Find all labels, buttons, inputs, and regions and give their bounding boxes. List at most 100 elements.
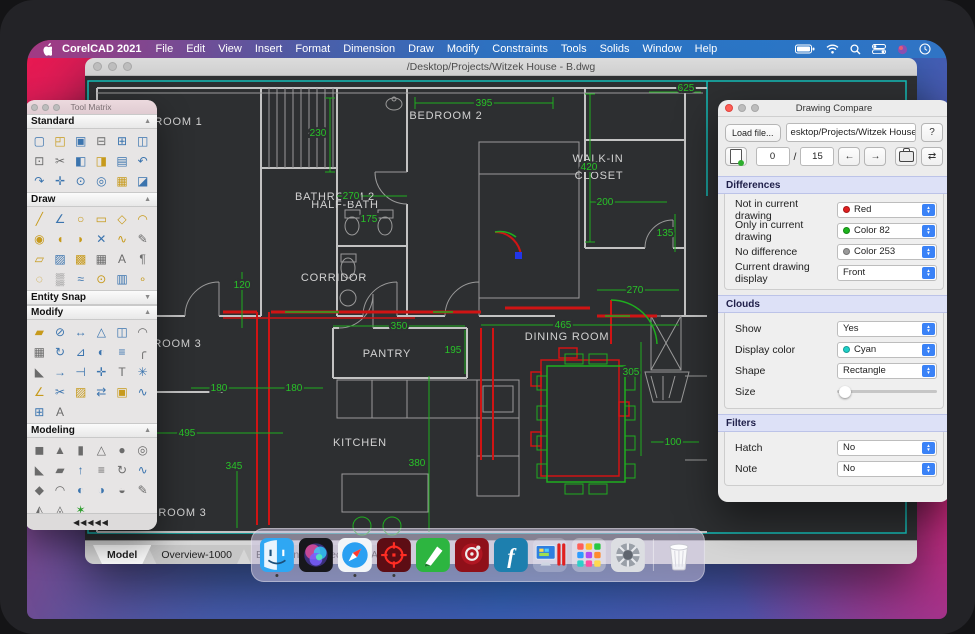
scale-tool-icon[interactable]: ⊿	[70, 342, 91, 361]
only-in-current-drawing-dropdown[interactable]: Color 82	[837, 223, 937, 239]
size-slider[interactable]	[837, 384, 937, 400]
section-header-modify[interactable]: Modify▲	[27, 305, 157, 320]
battery-icon[interactable]	[795, 44, 815, 54]
compare-file-path[interactable]: esktop/Projects/Witzek House - A.dwg	[786, 123, 916, 142]
rotate-tool-icon[interactable]: ↻	[50, 342, 71, 361]
polyline-tool-icon[interactable]: ∠	[50, 209, 71, 228]
collapse-arrow-icon[interactable]: ▲	[144, 196, 151, 203]
menu-item-dimension[interactable]: Dimension	[343, 43, 395, 55]
note-dropdown[interactable]: No	[837, 461, 937, 477]
menu-item-window[interactable]: Window	[643, 43, 682, 55]
hatch-tool-icon[interactable]: ▨	[50, 249, 71, 268]
edit-solid-tool-icon[interactable]: ✎	[132, 480, 153, 499]
circle-tool-icon[interactable]: ○	[70, 209, 91, 228]
line-tool-icon[interactable]: ╱	[29, 209, 50, 228]
show-dropdown[interactable]: Yes	[837, 321, 937, 337]
menu-item-edit[interactable]: Edit	[186, 43, 205, 55]
menu-item-format[interactable]: Format	[295, 43, 330, 55]
ellipse-arc-tool-icon[interactable]: ◗	[70, 229, 91, 248]
offset-tool-icon[interactable]: ◠	[132, 322, 153, 341]
section-header-draw[interactable]: Draw▲	[27, 192, 157, 207]
menu-item-view[interactable]: View	[218, 43, 242, 55]
wedge-tool-icon[interactable]: ◣	[29, 460, 50, 479]
zoom-window-tool-icon[interactable]: ◎	[91, 171, 112, 190]
compare-section-filters[interactable]: Filters	[718, 414, 947, 432]
sweep-tool-icon[interactable]: ∿	[132, 460, 153, 479]
previous-difference-button[interactable]: ←	[838, 147, 860, 166]
next-difference-button[interactable]: →	[864, 147, 886, 166]
options-tool-icon[interactable]: ⊡	[29, 151, 50, 170]
edit-text-tool-icon[interactable]: T	[112, 362, 133, 381]
edit-block-tool-icon[interactable]: ▣	[112, 382, 133, 401]
section-header-entity-snap[interactable]: Entity Snap▼	[27, 290, 157, 305]
sheet-tab-overview-1000[interactable]: Overview-1000	[147, 545, 246, 564]
menu-item-constraints[interactable]: Constraints	[492, 43, 548, 55]
delete-tool-icon[interactable]: ▰	[29, 322, 50, 341]
polygon-tool-icon[interactable]: ◇	[112, 209, 133, 228]
app-indicator-icon[interactable]	[897, 44, 908, 55]
menu-item-help[interactable]: Help	[695, 43, 718, 55]
display-color-dropdown[interactable]: Cyan	[837, 342, 937, 358]
pipe-tool-icon[interactable]: ◠	[50, 480, 71, 499]
boundary-tool-icon[interactable]: ▱	[29, 249, 50, 268]
tool-matrix-titlebar[interactable]: Tool Matrix	[27, 100, 157, 114]
apple-menu[interactable]	[41, 43, 52, 56]
revolve-tool-icon[interactable]: ↻	[112, 460, 133, 479]
stepper-icon[interactable]	[922, 463, 935, 475]
stepper-icon[interactable]	[922, 267, 935, 279]
cylinder-tool-icon[interactable]: ▮	[70, 440, 91, 459]
mirror-tool-icon[interactable]: △	[91, 322, 112, 341]
clock-icon[interactable]	[919, 43, 931, 55]
wifi-icon[interactable]	[826, 44, 839, 54]
edit-spline-tool-icon[interactable]: ∿	[132, 382, 153, 401]
print-tool-icon[interactable]: ⊞	[112, 131, 133, 150]
point-tool-icon[interactable]: ∘	[132, 269, 153, 288]
color-palette-tool-icon[interactable]: ▦	[112, 171, 133, 190]
dock-launchpad-icon[interactable]	[572, 538, 606, 572]
stepper-icon[interactable]	[922, 344, 935, 356]
not-in-current-drawing-dropdown[interactable]: Red	[837, 202, 937, 218]
print-preview-tool-icon[interactable]: ◫	[132, 131, 153, 150]
new-drawing-tool-icon[interactable]: ▢	[29, 131, 50, 150]
edit-length-tool-icon[interactable]: ↔	[70, 322, 91, 341]
explode-tool-icon[interactable]: ✳	[132, 362, 153, 381]
load-file-button[interactable]: Load file...	[725, 124, 781, 142]
wave-tool-icon[interactable]: ≈	[70, 269, 91, 288]
paste-tool-icon[interactable]: ◨	[91, 151, 112, 170]
window-titlebar[interactable]: /Desktop/Projects/Witzek House - B.dwg	[85, 58, 917, 76]
compare-section-differences[interactable]: Differences	[718, 176, 947, 194]
help-button[interactable]: ?	[921, 123, 943, 142]
subtract-tool-icon[interactable]: ◑	[91, 480, 112, 499]
menu-item-solids[interactable]: Solids	[600, 43, 630, 55]
pan-tool-icon[interactable]: ✛	[50, 171, 71, 190]
current-difference-field[interactable]: 0	[756, 147, 790, 166]
control-center-icon[interactable]	[872, 44, 886, 54]
copy-entity-tool-icon[interactable]: ◫	[112, 322, 133, 341]
section-header-modeling[interactable]: Modeling▲	[27, 423, 157, 438]
dock-red-disc-app-icon[interactable]	[455, 538, 489, 572]
spline-tool-icon[interactable]: ∿	[112, 229, 133, 248]
pyramid-tool-icon[interactable]: △	[91, 440, 112, 459]
flip-tool-icon[interactable]: ◐	[91, 342, 112, 361]
align-tool-icon[interactable]: ≡	[112, 342, 133, 361]
menu-item-file[interactable]: File	[155, 43, 173, 55]
break-tool-icon[interactable]: ✕	[91, 229, 112, 248]
current-drawing-display-dropdown[interactable]: Front	[837, 265, 937, 281]
layers-tool-icon[interactable]: ◪	[132, 171, 153, 190]
dock-green-pencil-app-icon[interactable]	[416, 538, 450, 572]
edit-annotation-tool-icon[interactable]: ⊞	[29, 402, 50, 421]
circle-3p-tool-icon[interactable]: ◉	[29, 229, 50, 248]
paste-special-tool-icon[interactable]: ▤	[112, 151, 133, 170]
mesh-tool-icon[interactable]: ▥	[112, 269, 133, 288]
spotlight-icon[interactable]	[850, 44, 861, 55]
convert-solid-tool-icon[interactable]: ◆	[29, 480, 50, 499]
dock-siri-icon[interactable]	[299, 538, 333, 572]
toolbox-button[interactable]	[895, 147, 917, 166]
hatch-dropdown[interactable]: No	[837, 440, 937, 456]
zoom-dynamic-tool-icon[interactable]: ⊙	[70, 171, 91, 190]
stretch-tool-icon[interactable]: ✛	[91, 362, 112, 381]
intersect-tool-icon[interactable]: ◒	[112, 480, 133, 499]
box-tool-icon[interactable]: ◼	[29, 440, 50, 459]
wipeout-tool-icon[interactable]: ▒	[50, 269, 71, 288]
no-difference-dropdown[interactable]: Color 253	[837, 244, 937, 260]
